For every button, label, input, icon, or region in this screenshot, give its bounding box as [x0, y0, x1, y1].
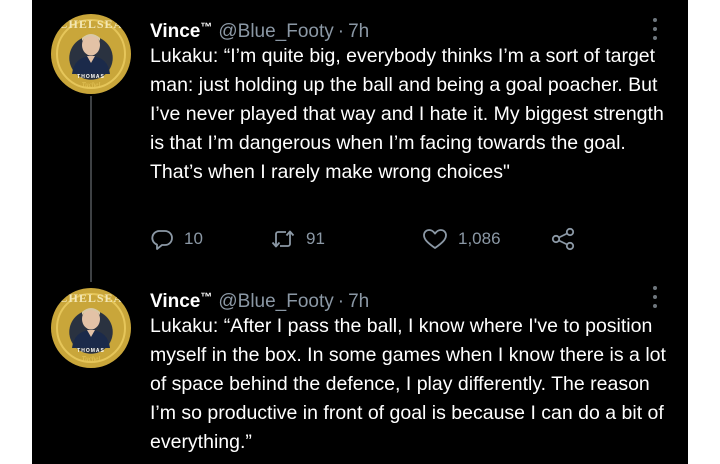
tweet-text: Lukaku: “After I pass the ball, I know w… [150, 315, 666, 453]
display-name[interactable]: Vince [150, 291, 200, 312]
avatar-name-text: THOMAS [77, 74, 105, 80]
retweet-icon [271, 230, 295, 248]
tweet-text: Lukaku: “I’m quite big, everybody thinks… [150, 45, 664, 183]
avatar-name-text: THOMAS [77, 348, 105, 354]
tweet-header: Vince™ @Blue_Footy · 7h [150, 284, 369, 312]
retweet-button[interactable]: 91 [270, 224, 325, 254]
trademark-mark: ™ [200, 290, 213, 304]
share-button[interactable] [550, 224, 576, 254]
avatar-signature: Tuchel [81, 355, 101, 363]
user-handle[interactable]: @Blue_Footy [218, 21, 333, 42]
header-separator: · [337, 21, 345, 42]
more-vertical-icon[interactable] [650, 18, 660, 40]
avatar[interactable]: CHELSEA THOMAS Tuchel [51, 288, 131, 368]
like-count: 1,086 [458, 229, 501, 248]
reply-icon [151, 230, 173, 250]
share-icon [551, 227, 575, 251]
tweet-header: Vince™ @Blue_Footy · 7h [150, 14, 369, 42]
reply-count: 10 [184, 229, 203, 248]
retweet-count: 91 [306, 229, 325, 248]
avatar-person-image [72, 34, 110, 74]
tweet-timestamp[interactable]: 7h [348, 21, 369, 42]
timeline: CHELSEA THOMAS Tuchel Vince™ @Blue_Footy ·… [32, 0, 688, 464]
header-separator: · [337, 291, 345, 312]
heart-icon [423, 229, 447, 249]
reply-button[interactable]: 10 [150, 224, 203, 254]
avatar[interactable]: CHELSEA THOMAS Tuchel [51, 14, 131, 94]
more-vertical-icon[interactable] [650, 286, 660, 308]
display-name[interactable]: Vince [150, 21, 200, 42]
trademark-mark: ™ [200, 20, 213, 34]
tweet-actions: 10 91 1,086 [150, 224, 630, 254]
avatar-signature: Tuchel [81, 81, 101, 89]
thread-connector-line [90, 96, 92, 282]
user-handle[interactable]: @Blue_Footy [218, 291, 333, 312]
tweet-timestamp[interactable]: 7h [348, 291, 369, 312]
like-button[interactable]: 1,086 [422, 224, 501, 254]
avatar-person-image [72, 308, 110, 348]
